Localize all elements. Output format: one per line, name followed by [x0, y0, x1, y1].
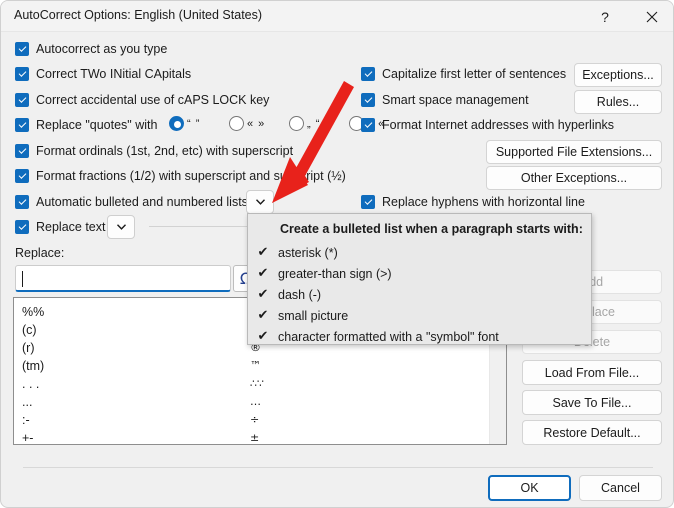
checkbox-label: Autocorrect as you type	[36, 42, 168, 56]
radio-indicator[interactable]	[169, 116, 184, 131]
menu-item-label: asterisk (*)	[278, 245, 338, 260]
checkbox-replace-text[interactable]: Replace text	[15, 220, 105, 234]
checkbox-label: Format Internet addresses with hyperlink…	[382, 118, 615, 132]
autocorrect-options-dialog: AutoCorrect Options: English (United Sta…	[0, 0, 674, 508]
checkbox-automatic-bulleted-lists[interactable]: Automatic bulleted and numbered lists	[15, 195, 248, 209]
check-icon: ✔	[257, 266, 269, 281]
table-row[interactable]: +- ±	[14, 427, 490, 445]
cell-replace: ™	[250, 359, 261, 372]
rules-button[interactable]: Rules...	[574, 90, 662, 114]
checkbox-autocorrect-as-you-type[interactable]: Autocorrect as you type	[15, 42, 167, 56]
checkbox-format-ordinals[interactable]: Format ordinals (1st, 2nd, etc) with sup…	[15, 144, 293, 158]
menu-item-symbol-font[interactable]: ✔ character formatted with a "symbol" fo…	[248, 326, 593, 347]
checkbox-label: Automatic bulleted and numbered lists	[36, 195, 248, 209]
menu-item-label: greater-than sign (>)	[278, 266, 392, 281]
cell-find: %%	[22, 304, 45, 319]
check-icon: ✔	[257, 329, 269, 344]
close-button[interactable]	[629, 1, 673, 32]
checkbox-label: Replace text	[36, 220, 106, 234]
cell-find: ...	[22, 394, 33, 409]
radio-indicator[interactable]	[229, 116, 244, 131]
checkbox-label: Correct TWo INitial CApitals	[36, 67, 192, 81]
title-bar: AutoCorrect Options: English (United Sta…	[1, 1, 673, 32]
checkbox-capitalize-first-letter[interactable]: Capitalize first letter of sentences	[361, 67, 566, 81]
checkbox-indicator[interactable]	[15, 169, 29, 183]
cell-find: (tm)	[22, 358, 45, 373]
cell-replace: ∴∵	[250, 377, 264, 390]
load-from-file-button[interactable]: Load From File...	[522, 360, 662, 385]
checkbox-indicator[interactable]	[15, 67, 29, 81]
restore-default-button[interactable]: Restore Default...	[522, 420, 662, 445]
menu-item-small-picture[interactable]: ✔ small picture	[248, 305, 593, 326]
bulleted-list-popup-menu: Create a bulleted list when a paragraph …	[247, 213, 592, 345]
window-title: AutoCorrect Options: English (United Sta…	[14, 8, 263, 22]
menu-item-asterisk[interactable]: ✔ asterisk (*)	[248, 242, 593, 263]
checkbox-replace-hyphens[interactable]: Replace hyphens with horizontal line	[361, 195, 585, 209]
menu-item-greater-than-sign[interactable]: ✔ greater-than sign (>)	[248, 263, 593, 284]
cell-replace: ±	[250, 431, 260, 444]
checkbox-label: Replace hyphens with horizontal line	[382, 195, 585, 209]
checkbox-label: Correct accidental use of cAPS LOCK key	[36, 93, 270, 107]
save-to-file-button[interactable]: Save To File...	[522, 390, 662, 415]
text-caret	[22, 271, 23, 287]
checkbox-indicator[interactable]	[15, 195, 29, 209]
checkbox-label: Capitalize first letter of sentences	[382, 67, 567, 81]
cell-find: (r)	[22, 340, 35, 355]
question-mark-icon: ?	[601, 8, 609, 25]
menu-item-label: small picture	[278, 308, 349, 323]
cell-find: (c)	[22, 322, 37, 337]
replace-input[interactable]	[15, 265, 231, 292]
menu-item-label: dash (-)	[278, 287, 322, 302]
checkbox-format-internet-addresses[interactable]: Format Internet addresses with hyperlink…	[361, 118, 614, 132]
checkbox-indicator[interactable]	[15, 144, 29, 158]
radio-label: “ ”	[187, 117, 201, 130]
cell-replace: …	[250, 395, 261, 408]
checkbox-replace-quotes[interactable]: Replace "quotes" with	[15, 118, 157, 132]
menu-item-dash[interactable]: ✔ dash (-)	[248, 284, 593, 305]
checkbox-indicator[interactable]	[15, 220, 29, 234]
supported-file-extensions-button[interactable]: Supported File Extensions...	[486, 140, 662, 164]
checkbox-smart-space-management[interactable]: Smart space management	[361, 93, 529, 107]
cell-find: :-	[22, 412, 30, 427]
replace-field-label: Replace:	[15, 246, 65, 260]
checkbox-indicator[interactable]	[15, 93, 29, 107]
popup-menu-title: Create a bulleted list when a paragraph …	[280, 222, 583, 236]
checkbox-label: Replace "quotes" with	[36, 118, 158, 132]
ok-button[interactable]: OK	[488, 475, 571, 501]
group-separator-line	[149, 226, 247, 227]
radio-quote-style-1[interactable]: “ ”	[169, 116, 200, 131]
close-icon	[646, 11, 658, 22]
menu-item-label: character formatted with a "symbol" font	[278, 329, 499, 344]
cancel-button[interactable]: Cancel	[579, 475, 662, 501]
help-button[interactable]: ?	[582, 1, 628, 32]
check-icon: ✔	[257, 245, 269, 260]
replace-text-dropdown-button[interactable]	[107, 215, 135, 239]
checkbox-correct-two-initial-capitals[interactable]: Correct TWo INitial CApitals	[15, 67, 191, 81]
checkbox-indicator[interactable]	[361, 67, 375, 81]
exceptions-button[interactable]: Exceptions...	[574, 63, 662, 87]
checkbox-indicator[interactable]	[15, 42, 29, 56]
other-exceptions-button[interactable]: Other Exceptions...	[486, 166, 662, 190]
cell-replace: ÷	[250, 413, 260, 426]
cell-find: +-	[22, 430, 34, 445]
footer-separator	[23, 467, 653, 468]
red-pointer-arrow	[272, 81, 354, 203]
check-icon: ✔	[257, 308, 269, 323]
chevron-down-icon	[116, 224, 126, 230]
check-icon: ✔	[257, 287, 269, 302]
checkbox-indicator[interactable]	[15, 118, 29, 132]
checkbox-label: Format ordinals (1st, 2nd, etc) with sup…	[36, 144, 294, 158]
cell-find: . . .	[22, 376, 40, 391]
checkbox-correct-caps-lock[interactable]: Correct accidental use of cAPS LOCK key	[15, 93, 269, 107]
checkbox-label: Smart space management	[382, 93, 529, 107]
